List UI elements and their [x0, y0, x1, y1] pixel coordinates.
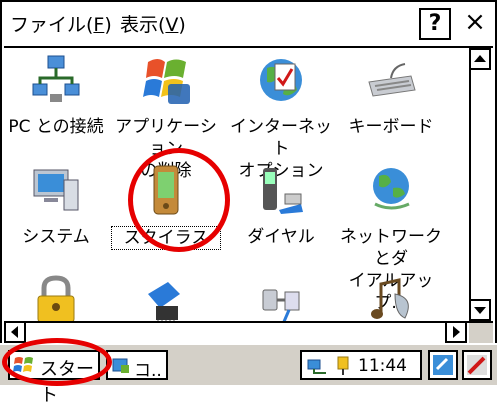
start-highlight-circle	[2, 338, 112, 386]
menu-file-label: ファイル(	[10, 14, 94, 36]
arrow-down-icon	[474, 307, 486, 314]
applet-label: ダイヤル	[247, 227, 315, 247]
taskbar-window-label: コ..	[134, 361, 162, 381]
applet-pc-connection[interactable]: PC との接続	[4, 54, 111, 138]
network-dialup-icon	[373, 168, 410, 210]
pen-edit-icon	[467, 355, 487, 375]
applet-owner-password[interactable]	[4, 274, 111, 324]
remove-programs-icon	[143, 59, 190, 104]
applet-grid: PC との接続 アプリケーション の削除 インターネット オプション キーボード	[4, 48, 469, 324]
applet-internet-options[interactable]: インターネット オプション	[226, 54, 336, 182]
menu-bar: ファイル(F) 表示(V) ? ×	[4, 4, 493, 48]
vertical-scrollbar[interactable]	[469, 48, 493, 321]
applet-keyboard[interactable]: キーボード	[336, 54, 446, 138]
clock[interactable]: 11:44	[358, 356, 407, 376]
keyboard-icon	[368, 63, 416, 97]
close-button[interactable]: ×	[459, 8, 491, 40]
help-button[interactable]: ?	[419, 8, 451, 40]
input-panel-icon	[433, 355, 453, 375]
desktop-button[interactable]	[462, 350, 492, 380]
arrow-right-icon	[453, 326, 460, 338]
menu-file-label-end: )	[104, 14, 112, 36]
system-icon	[33, 169, 79, 211]
owner-password-icon	[37, 275, 75, 323]
taskbar-window-button[interactable]: コ..	[106, 350, 168, 381]
applet-volume-sounds[interactable]	[336, 274, 446, 324]
dialing-icon	[263, 168, 303, 214]
applet-system[interactable]: システム	[4, 164, 111, 248]
applet-storage-manager[interactable]	[111, 274, 221, 324]
input-panel-button[interactable]	[428, 350, 458, 380]
power-icon	[262, 289, 300, 324]
applet-label: PC との接続	[8, 117, 104, 137]
scroll-down-button[interactable]	[469, 299, 491, 321]
connectivity-icon[interactable]	[306, 356, 330, 376]
scroll-left-button[interactable]	[4, 321, 26, 343]
highlight-circle	[128, 148, 230, 252]
menu-view[interactable]: 表示(V)	[120, 10, 186, 37]
applet-power[interactable]	[226, 274, 336, 324]
applet-dialing[interactable]: ダイヤル	[226, 164, 336, 248]
menu-file[interactable]: ファイル(F)	[10, 10, 112, 37]
pc-connection-icon	[32, 55, 80, 102]
scroll-right-button[interactable]	[445, 321, 467, 343]
internet-options-icon	[260, 59, 302, 101]
applet-label: キーボード	[348, 117, 434, 137]
volume-sounds-icon	[371, 278, 409, 319]
scroll-up-button[interactable]	[469, 48, 491, 70]
menu-view-label-end: )	[178, 14, 186, 36]
arrow-left-icon	[11, 326, 18, 338]
menu-view-label: 表示(	[120, 14, 166, 36]
control-panel-icon	[112, 358, 129, 373]
arrow-up-icon	[474, 55, 486, 62]
system-tray: 11:44	[300, 350, 422, 380]
applet-label: システム	[22, 227, 90, 247]
scrollbar-corner	[469, 321, 493, 343]
menu-file-accelerator: F	[93, 14, 105, 36]
storage-manager-icon	[148, 282, 180, 324]
power-plug-icon[interactable]	[332, 355, 354, 377]
menu-view-accelerator: V	[165, 14, 179, 36]
